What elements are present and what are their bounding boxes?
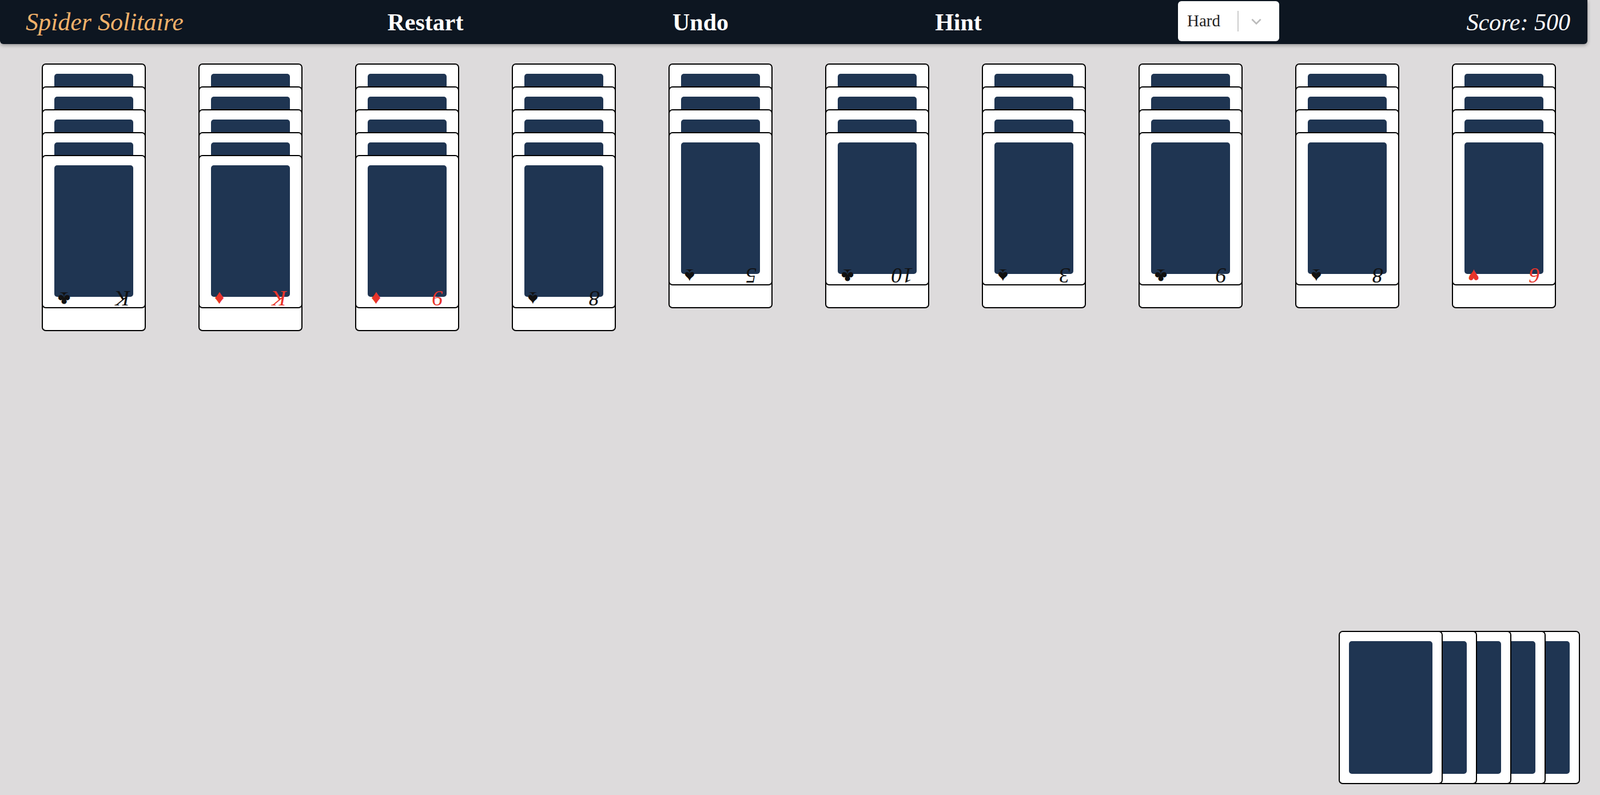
select-separator <box>1237 10 1239 32</box>
face-down-card <box>981 132 1086 286</box>
menu-label: Hint <box>934 10 982 35</box>
card-back <box>1151 142 1231 274</box>
stock[interactable] <box>1338 630 1580 784</box>
face-down-card <box>198 154 303 309</box>
tableau-column[interactable]: K♣♣K <box>41 63 146 332</box>
card-suit: ♣ <box>57 288 71 309</box>
card-suit: ♣ <box>841 265 854 286</box>
card-suit: ♠ <box>1311 265 1322 286</box>
menu-button[interactable]: Hint <box>870 10 1047 35</box>
face-down-card <box>511 154 616 309</box>
menu-label: Undo <box>672 10 729 35</box>
card-back <box>1464 142 1544 274</box>
face-down-card <box>825 132 930 286</box>
card-suit: ♦ <box>371 288 381 309</box>
card-rank: 8 <box>588 287 600 310</box>
tableau-column[interactable]: 9♣♣9 <box>1138 63 1243 332</box>
card-rank: 5 <box>745 264 757 287</box>
tableau: K♣♣KK♦♦K9♦♦98♠♠85♠♠510♣♣103♠♠39♣♣98♠♠86♥… <box>0 44 1600 332</box>
tableau-column[interactable]: 3♠♠3 <box>981 63 1086 332</box>
logo: Spider Solitaire <box>0 9 321 35</box>
card-suit: ♦ <box>214 288 225 309</box>
card-rank: K <box>115 287 130 310</box>
face-down-card <box>355 154 460 309</box>
card-suit: ♠ <box>997 265 1009 286</box>
top-bar: Spider Solitaire Restart Undo Hint Hard Sc… <box>0 0 1588 45</box>
card-back <box>211 165 290 297</box>
card-rank: 9 <box>432 287 444 310</box>
card-back <box>681 142 760 274</box>
tableau-column[interactable]: 8♠♠8 <box>1295 63 1400 332</box>
tableau-column[interactable]: 10♣♣10 <box>825 63 930 332</box>
menu-button[interactable]: Restart <box>320 10 531 35</box>
tableau-column[interactable]: 8♠♠8 <box>511 63 616 332</box>
card-rank: 8 <box>1372 264 1384 287</box>
card-back <box>837 142 917 274</box>
face-down-card <box>1295 132 1400 286</box>
card-rank: 6 <box>1529 264 1540 287</box>
card-back <box>994 142 1074 274</box>
card-rank: K <box>272 287 287 310</box>
tableau-column[interactable]: K♦♦K <box>198 63 303 332</box>
card-rank: 3 <box>1059 264 1070 287</box>
face-down-card <box>1138 132 1243 286</box>
card-back <box>524 165 604 297</box>
menu-button[interactable]: Undo <box>530 10 871 35</box>
card-rank: 9 <box>1215 264 1227 287</box>
difficulty-value: Hard <box>1177 8 1238 34</box>
card-suit: ♠ <box>527 288 539 309</box>
card-rank: 10 <box>891 264 914 287</box>
card-suit: ♥ <box>1467 265 1480 286</box>
card-back <box>1307 142 1387 274</box>
face-down-card <box>668 132 773 286</box>
app-title: Spider Solitaire <box>25 9 184 35</box>
face-down-card <box>1451 132 1556 286</box>
tableau-column[interactable]: 5♠♠5 <box>668 63 773 332</box>
tableau-column[interactable]: 6♥♥6 <box>1451 63 1556 332</box>
face-down-card <box>41 154 146 309</box>
card-suit: ♠ <box>684 265 695 286</box>
stock-card[interactable] <box>1338 630 1443 784</box>
menu-label: Restart <box>387 10 464 35</box>
card-back <box>54 165 134 297</box>
difficulty-select[interactable]: Hard <box>1177 1 1280 42</box>
tableau-column[interactable]: 9♦♦9 <box>355 63 460 332</box>
card-back <box>1348 641 1433 774</box>
score: Score: 500 <box>1466 10 1588 35</box>
chevron-down-icon <box>1248 13 1264 29</box>
card-suit: ♣ <box>1154 265 1168 286</box>
card-back <box>367 165 447 297</box>
